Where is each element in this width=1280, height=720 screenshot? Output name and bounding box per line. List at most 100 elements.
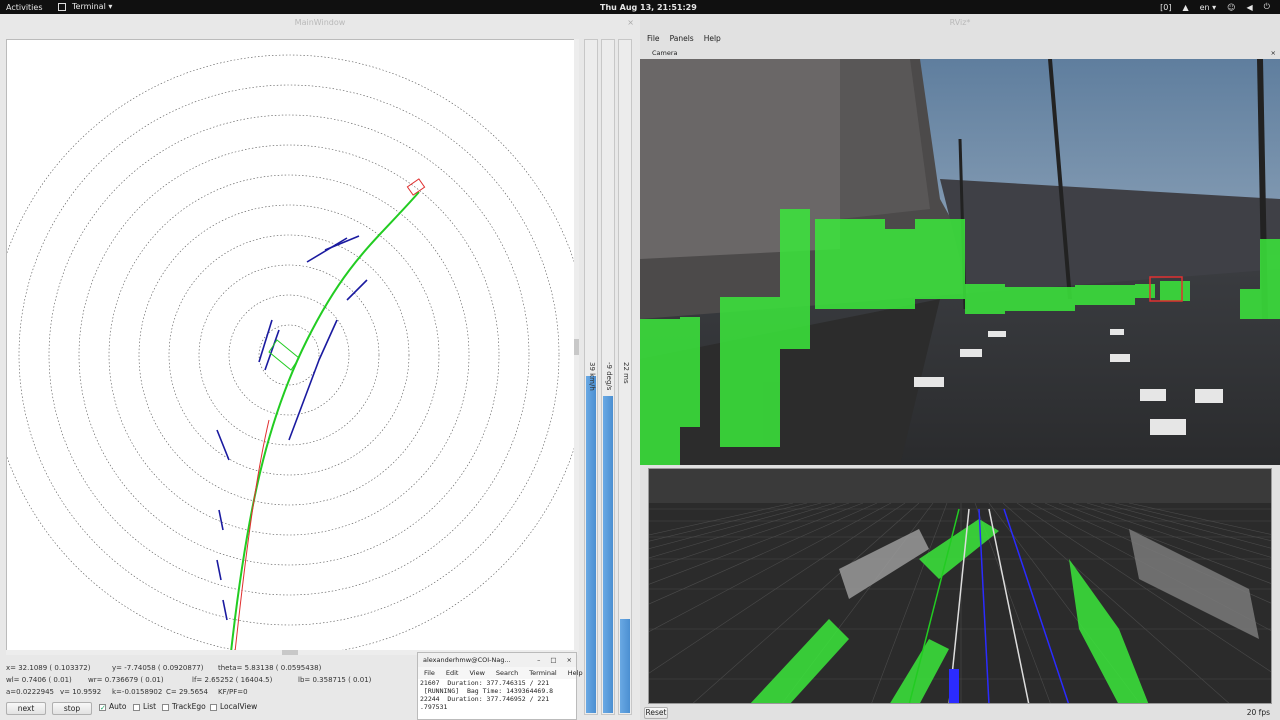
overlay-column xyxy=(720,297,780,447)
kf-pf: KF/PF=0 xyxy=(218,688,248,696)
latency-label: 22 ms xyxy=(622,362,630,384)
menu-panels[interactable]: Panels xyxy=(670,32,694,46)
radar-vertical-scrollbar[interactable] xyxy=(574,39,579,651)
range-ring xyxy=(108,174,470,536)
list-checkbox[interactable]: List xyxy=(133,702,156,711)
close-icon[interactable]: × xyxy=(1271,48,1276,58)
main-window-title: MainWindow xyxy=(294,18,346,27)
auto-checkbox[interactable]: ✓ Auto xyxy=(99,702,126,711)
terminal-menu-view[interactable]: View xyxy=(469,667,484,679)
scan-segment xyxy=(218,509,224,531)
ego-track xyxy=(230,191,420,650)
scan-segment xyxy=(346,279,368,301)
checkbox-box xyxy=(162,703,169,711)
terminal-menubar: File Edit View Search Terminal Help xyxy=(418,667,583,679)
check-icon: ✓ xyxy=(99,703,106,712)
scrollbar-thumb[interactable] xyxy=(282,650,298,655)
camera-image xyxy=(640,59,1280,465)
terminal-line: .797531 xyxy=(420,703,448,711)
rviz-window: RViz* File Panels Help Camera × Reset 20… xyxy=(640,14,1280,720)
latency-bar: 22 ms xyxy=(618,39,632,715)
rviz-bottom-bar: Reset 20 fps xyxy=(640,706,1280,720)
overlay-column xyxy=(815,219,885,309)
minimize-icon[interactable]: – xyxy=(537,653,540,667)
terminal-line: 21607 Duration: 377.746315 / 221 xyxy=(420,679,550,687)
local-view-label: LocalView xyxy=(220,702,258,711)
c-value: C= 29.5654 xyxy=(166,688,208,696)
terminal-menu-terminal[interactable]: Terminal xyxy=(529,667,556,679)
scan-segment xyxy=(216,559,222,581)
main-window: MainWindow × 39 km/h -9 deg/s 22 ms x= 3… xyxy=(0,14,640,720)
workspace-indicator[interactable]: [0] xyxy=(1160,3,1171,12)
terminal-title: alexanderhmw@COI-Nag... xyxy=(423,656,511,664)
length-front: lf= 2.65252 ( 16404.5) xyxy=(192,676,273,684)
scan-segment xyxy=(318,319,338,361)
camera-panel-title: Camera xyxy=(652,49,678,57)
fps-readout: 20 fps xyxy=(1246,708,1270,717)
radar-view[interactable] xyxy=(6,39,578,651)
pose-theta: theta= 5.83138 ( 0.0595438) xyxy=(218,664,322,672)
reset-button[interactable]: Reset xyxy=(644,707,668,719)
state-readout: x= 32.1089 ( 0.103372) y= -7.74058 ( 0.0… xyxy=(6,662,418,698)
track-ego-label: TrackEgo xyxy=(172,702,206,711)
main-window-titlebar[interactable]: MainWindow × xyxy=(0,14,640,32)
notification-icon[interactable]: ▲ xyxy=(1182,3,1188,12)
next-button[interactable]: next xyxy=(6,702,46,715)
camera-view[interactable] xyxy=(640,59,1280,465)
acceleration: a=0.0222945 xyxy=(6,688,55,696)
overlay-column xyxy=(965,284,1005,314)
speed-bar-fill xyxy=(586,376,596,713)
checkbox-box xyxy=(133,703,140,711)
terminal-menu-help[interactable]: Help xyxy=(568,667,583,679)
overlay-column xyxy=(915,219,965,299)
terminal-menu-file[interactable]: File xyxy=(424,667,435,679)
terminal-window[interactable]: alexanderhmw@COI-Nag... – □ × File Edit … xyxy=(417,652,583,720)
terminal-titlebar[interactable]: alexanderhmw@COI-Nag... – □ × xyxy=(418,653,576,667)
range-ring xyxy=(18,84,560,626)
activities-button[interactable]: Activities xyxy=(6,3,43,12)
system-tray[interactable]: [0] ▲ en ▾ ☺ ◀ ⏻ xyxy=(1160,2,1270,12)
range-ring xyxy=(138,204,440,506)
list-label: List xyxy=(143,702,157,711)
power-icon[interactable]: ⏻ xyxy=(1264,2,1270,12)
range-ring xyxy=(48,114,530,596)
language-selector[interactable]: en ▾ xyxy=(1200,3,1217,12)
yaw-rate-label: -9 deg/s xyxy=(605,362,613,391)
menu-file[interactable]: File xyxy=(647,32,660,46)
track-ego-checkbox[interactable]: TrackEgo xyxy=(162,702,206,711)
scan-segment xyxy=(288,359,320,441)
clock[interactable]: Thu Aug 13, 21:51:29 xyxy=(600,3,697,12)
rviz-title: RViz* xyxy=(949,18,971,27)
scrollbar-thumb[interactable] xyxy=(574,339,579,355)
latency-bar-fill xyxy=(620,618,630,713)
app-menu[interactable]: Terminal ▾ xyxy=(58,2,112,11)
range-ring xyxy=(198,264,380,446)
maximize-icon[interactable]: □ xyxy=(550,653,556,667)
terminal-menu-search[interactable]: Search xyxy=(496,667,518,679)
control-bar: next stop ✓ Auto List TrackEgo LocalView xyxy=(6,700,418,716)
wheel-left: wl= 0.7406 ( 0.01) xyxy=(6,676,72,684)
checkbox-box xyxy=(210,703,217,711)
scan-segment xyxy=(324,235,360,251)
range-ring xyxy=(78,144,500,566)
stop-button[interactable]: stop xyxy=(52,702,92,715)
terminal-menu-edit[interactable]: Edit xyxy=(446,667,459,679)
local-view-checkbox[interactable]: LocalView xyxy=(210,702,257,711)
overlay-column xyxy=(640,319,680,465)
camera-panel-header[interactable]: Camera × xyxy=(640,48,1280,58)
3d-view[interactable] xyxy=(648,468,1272,704)
terminal-output[interactable]: 21607 Duration: 377.746315 / 221 [RUNNIN… xyxy=(418,679,576,711)
close-icon[interactable]: × xyxy=(627,14,634,32)
curvature: k=-0.0158902 xyxy=(112,688,163,696)
app-menu-label: Terminal ▾ xyxy=(72,2,113,11)
length-back: lb= 0.358715 ( 0.01) xyxy=(298,676,372,684)
ego-vehicle-marker xyxy=(949,669,959,703)
menu-help[interactable]: Help xyxy=(704,32,721,46)
close-icon[interactable]: × xyxy=(567,653,572,667)
accessibility-icon[interactable]: ☺ xyxy=(1227,3,1235,12)
top-bar: Activities Terminal ▾ Thu Aug 13, 21:51:… xyxy=(0,0,1280,14)
yaw-rate-bar: -9 deg/s xyxy=(601,39,615,715)
rviz-titlebar[interactable]: RViz* xyxy=(640,14,1280,32)
overlay-column xyxy=(1260,239,1280,309)
volume-icon[interactable]: ◀ xyxy=(1247,3,1253,12)
